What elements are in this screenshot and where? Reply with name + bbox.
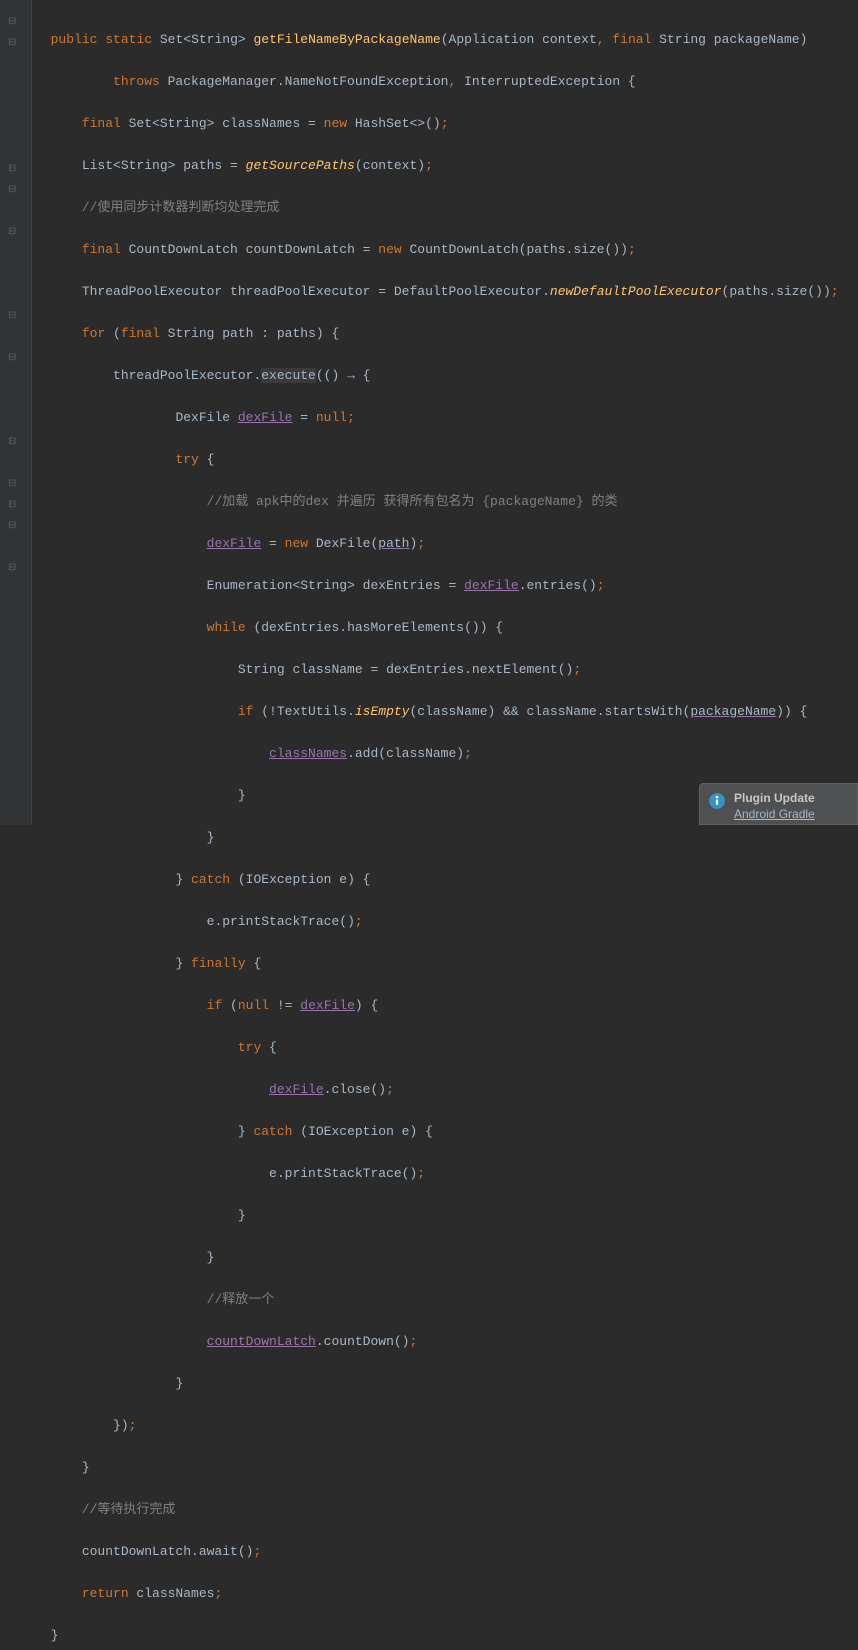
fold-icon[interactable]: ⊟ (8, 516, 20, 528)
plugin-update-notification[interactable]: Plugin Update Android Gradle (699, 783, 858, 825)
fold-icon[interactable]: ⊟ (8, 432, 20, 444)
fold-icon[interactable]: ⊟ (8, 495, 20, 507)
info-icon (708, 792, 726, 810)
fold-icon[interactable]: ⊟ (8, 558, 20, 570)
fold-icon[interactable]: ⊟ (8, 306, 20, 318)
fold-icon[interactable]: ⊟ (8, 180, 20, 192)
fold-icon[interactable]: ⊟ (8, 474, 20, 486)
code-editor[interactable]: public static Set<String> getFileNameByP… (35, 8, 839, 1650)
notification-title: Plugin Update (734, 790, 815, 806)
fold-icon[interactable]: ⊟ (8, 12, 20, 24)
gutter: ⊟ ⊟ ⊟ ⊟ ⊟ ⊟ ⊟ ⊟ ⊟ ⊟ ⊟ ⊟ (0, 0, 32, 825)
fold-icon[interactable]: ⊟ (8, 348, 20, 360)
notification-subtitle[interactable]: Android Gradle (734, 806, 815, 822)
fold-icon[interactable]: ⊟ (8, 159, 20, 171)
fold-icon[interactable]: ⊟ (8, 33, 20, 45)
notification-text: Plugin Update Android Gradle (734, 790, 815, 822)
fold-icon[interactable]: ⊟ (8, 222, 20, 234)
